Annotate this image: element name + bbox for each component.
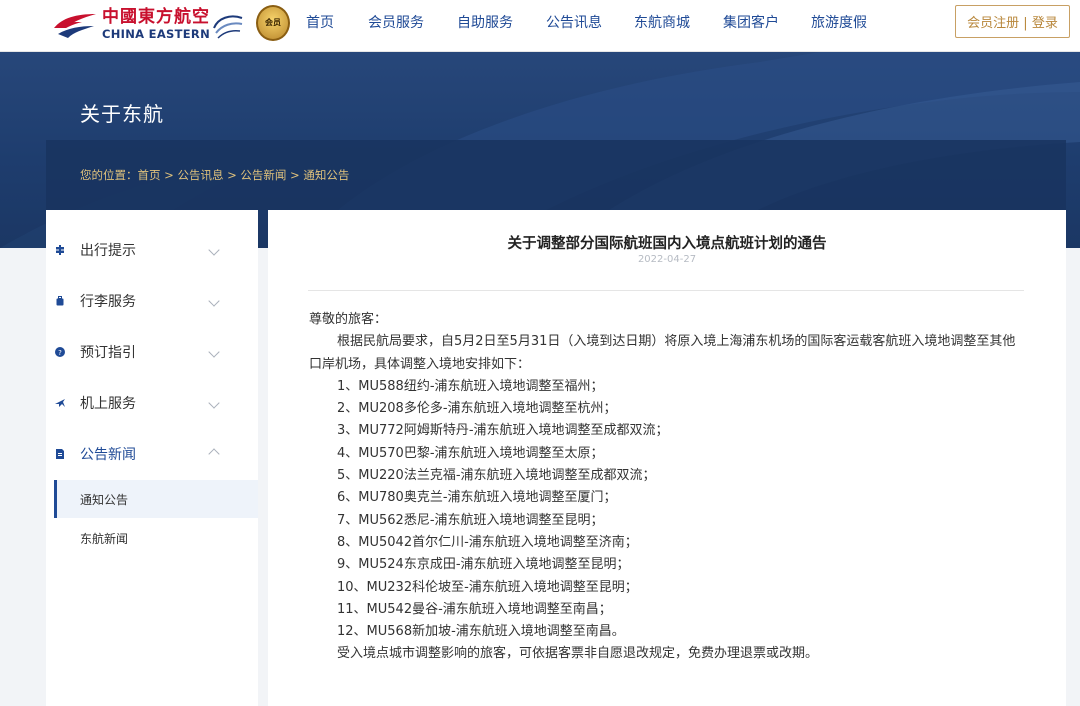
signpost-icon xyxy=(55,245,65,255)
breadcrumb[interactable]: 您的位置：首页 > 公告讯息 > 公告新闻 > 通知公告 xyxy=(80,167,349,183)
list-item: 3、MU772阿姆斯特丹-浦东航班入境地调整至成都双流； xyxy=(337,423,669,439)
nav-announcements[interactable]: 公告讯息 xyxy=(546,12,634,32)
help-icon: ? xyxy=(55,347,65,357)
list-item: 8、MU5042首尔仁川-浦东航班入境地调整至济南； xyxy=(337,534,638,550)
article-title: 关于调整部分国际航班国内入境点航班计划的通告 xyxy=(507,236,827,252)
sidebar-item-label: 行李服务 xyxy=(80,294,136,310)
nav-member-services[interactable]: 会员服务 xyxy=(368,12,457,32)
chevron-down-icon xyxy=(208,397,220,409)
page-title: 关于东航 xyxy=(80,102,164,126)
sidebar-item-luggage[interactable]: 行李服务 xyxy=(46,281,258,321)
sidebar-item-booking-guide[interactable]: ? 预订指引 xyxy=(46,332,258,372)
sidebar-item-label: 机上服务 xyxy=(80,396,136,412)
sidebar-item-label: 公告新闻 xyxy=(80,447,136,463)
nav-home[interactable]: 首页 xyxy=(306,12,368,32)
list-item: 4、MU570巴黎-浦东航班入境地调整至太原； xyxy=(337,445,604,461)
sidebar-item-label: 预订指引 xyxy=(80,345,136,361)
logo-english-name: CHINA EASTERN xyxy=(102,27,210,42)
list-item: 5、MU220法兰克福-浦东航班入境地调整至成都双流； xyxy=(337,468,656,484)
article-panel: 关于调整部分国际航班国内入境点航班计划的通告 2022-04-27 尊敬的旅客：… xyxy=(268,210,1066,706)
article-closing: 受入境点城市调整影响的旅客，可依据客票非自愿退改规定，免费办理退票或改期。 xyxy=(337,646,819,662)
luggage-icon xyxy=(55,296,65,306)
document-icon xyxy=(55,449,65,459)
register-login-button[interactable]: 会员注册 | 登录 xyxy=(955,5,1070,38)
list-item: 7、MU562悉尼-浦东航班入境地调整至昆明； xyxy=(337,512,604,528)
sidebar-subitem-notices[interactable]: 通知公告 xyxy=(54,480,258,518)
member-badge-icon[interactable]: 会员 xyxy=(256,5,290,41)
sidebar-item-travel-tips[interactable]: 出行提示 xyxy=(46,230,258,270)
list-item: 11、MU542曼谷-浦东航班入境地调整至南昌； xyxy=(337,601,612,617)
logo-wordmark: 中國東方航空 CHINA EASTERN xyxy=(102,9,210,41)
svg-text:?: ? xyxy=(58,349,62,357)
main-nav: 首页 会员服务 自助服务 公告讯息 东航商城 集团客户 旅游度假 xyxy=(306,0,881,44)
chevron-down-icon xyxy=(208,295,220,307)
list-item: 12、MU568新加坡-浦东航班入境地调整至南昌。 xyxy=(337,624,625,640)
title-divider xyxy=(308,290,1024,291)
sidebar-subitem-label: 东航新闻 xyxy=(80,531,129,546)
sidebar-item-onboard-service[interactable]: 机上服务 xyxy=(46,383,258,423)
swallow-logo-icon xyxy=(54,14,96,38)
nav-mall[interactable]: 东航商城 xyxy=(634,12,723,32)
nav-corporate[interactable]: 集团客户 xyxy=(723,12,811,32)
skyteam-logo-icon xyxy=(213,15,243,39)
sidebar-subitem-label: 通知公告 xyxy=(80,492,129,507)
china-eastern-logo[interactable]: 中國東方航空 CHINA EASTERN xyxy=(52,6,210,44)
plane-icon xyxy=(55,398,65,408)
list-item: 10、MU232科伦坡至-浦东航班入境地调整至昆明； xyxy=(337,579,638,595)
sidebar-subitem-company-news[interactable]: 东航新闻 xyxy=(54,519,258,557)
logo-chinese-name: 中國東方航空 xyxy=(102,7,210,28)
list-item: 9、MU524东京成田-浦东航班入境地调整至昆明； xyxy=(337,557,630,573)
chevron-down-icon xyxy=(208,244,220,256)
article-date: 2022-04-27 xyxy=(637,254,697,265)
top-navigation-bar: 中國東方航空 CHINA EASTERN 会员 首页 会员服务 自助服务 公告讯… xyxy=(0,0,1080,52)
article-greeting: 尊敬的旅客： xyxy=(309,312,388,327)
article-intro: 根据民航局要求，自5月2日至5月31日（入境到达日期）将原入境上海浦东机场的国际… xyxy=(309,334,1016,372)
list-item: 1、MU588纽约-浦东航班入境地调整至福州； xyxy=(337,378,604,394)
list-item: 2、MU208多伦多-浦东航班入境地调整至杭州； xyxy=(337,401,617,417)
chevron-down-icon xyxy=(208,346,220,358)
chevron-up-icon xyxy=(208,448,220,460)
article-body: 尊敬的旅客： 根据民航局要求，自5月2日至5月31日（入境到达日期）将原入境上海… xyxy=(309,309,1025,666)
nav-self-service[interactable]: 自助服务 xyxy=(457,12,546,32)
sidebar-item-news[interactable]: 公告新闻 xyxy=(46,434,258,474)
list-item: 6、MU780奥克兰-浦东航班入境地调整至厦门； xyxy=(337,490,617,506)
sidebar: 出行提示 行李服务 ? 预订指引 机上服务 公告新闻 通知公告 东航新闻 xyxy=(46,210,258,706)
sidebar-item-label: 出行提示 xyxy=(80,243,136,259)
nav-travel[interactable]: 旅游度假 xyxy=(811,12,881,32)
